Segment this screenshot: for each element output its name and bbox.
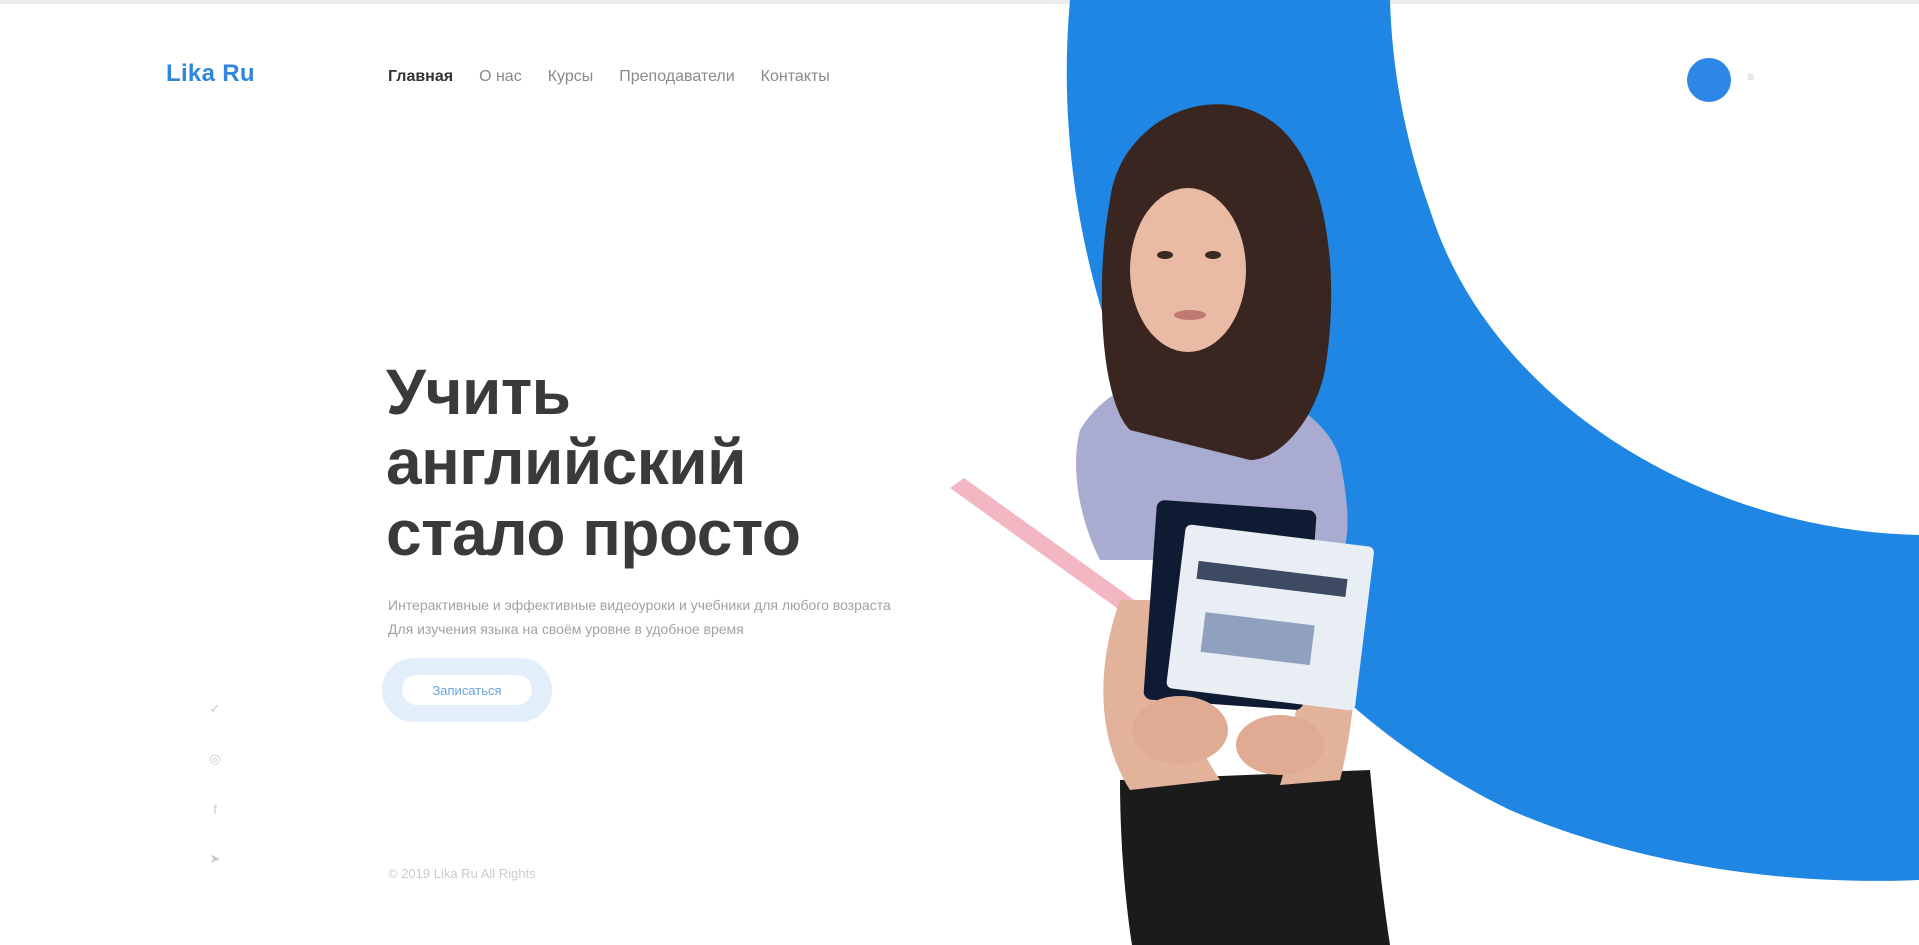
nav-item-contacts[interactable]: Контакты (761, 68, 830, 86)
hero-title-line: английский (386, 426, 746, 499)
profile-button[interactable] (1687, 58, 1731, 102)
nav-item-teachers[interactable]: Преподаватели (619, 68, 734, 86)
vk-icon[interactable]: ✓ (206, 700, 224, 718)
social-links: ✓ ◎ f ➤ (206, 700, 224, 868)
nav-item-courses[interactable]: Курсы (548, 68, 594, 86)
facebook-icon[interactable]: f (206, 800, 224, 818)
hero-subtitle-line: Интерактивные и эффективные видеоуроки и… (388, 597, 891, 613)
cta-container: Записаться (382, 658, 552, 722)
nav-item-about[interactable]: О нас (479, 68, 522, 86)
signup-button[interactable]: Записаться (402, 675, 532, 705)
nav-item-home[interactable]: Главная (388, 68, 453, 86)
telegram-icon[interactable]: ➤ (206, 850, 224, 868)
main-nav: Главная О нас Курсы Преподаватели Контак… (388, 68, 830, 86)
hero-subtitle: Интерактивные и эффективные видеоуроки и… (388, 594, 891, 642)
hero-title-line: стало просто (386, 496, 801, 569)
hero-title: Учить английский стало просто (386, 355, 906, 569)
menu-icon[interactable]: ≡ (1747, 70, 1754, 84)
hero-subtitle-line: Для изучения языка на своём уровне в удо… (388, 620, 744, 637)
logo[interactable]: Lika Ru (166, 60, 255, 88)
instagram-icon[interactable]: ◎ (206, 750, 224, 768)
footer-copyright: © 2019 Lika Ru All Rights (388, 866, 536, 881)
teacher-photo (950, 104, 1390, 945)
hero-title-line: Учить (386, 355, 571, 428)
